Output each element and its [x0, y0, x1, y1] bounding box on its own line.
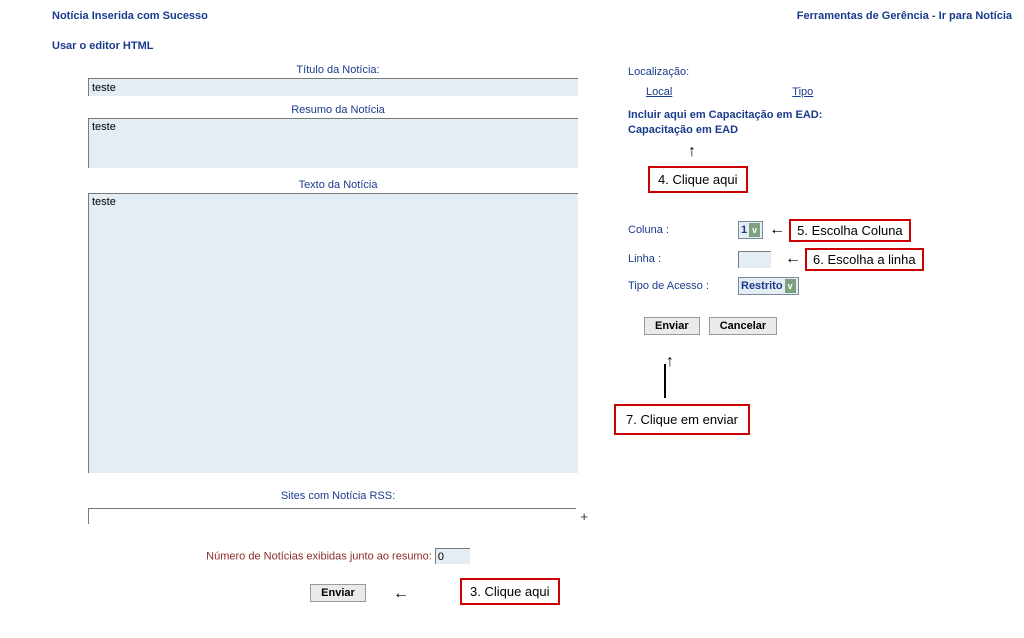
callout-3: 3. Clique aqui	[460, 578, 560, 605]
chevron-down-icon: v	[749, 223, 760, 237]
summary-textarea[interactable]	[88, 118, 578, 168]
arrow-up-icon: ↑	[688, 144, 696, 160]
callout-5: 5. Escolha Coluna	[789, 219, 911, 242]
acesso-select[interactable]: Restrito v	[738, 277, 799, 295]
callout-4: 4. Clique aqui	[648, 166, 748, 193]
tipo-header-link[interactable]: Tipo	[792, 86, 813, 98]
coluna-select[interactable]: 1 v	[738, 221, 763, 239]
num-news-row: Número de Notícias exibidas junto ao res…	[88, 548, 588, 564]
header-tools: Ferramentas de Gerência - Ir para Notíci…	[797, 10, 1012, 22]
title-label: Título da Notícia:	[88, 64, 588, 76]
send-button-left[interactable]: Enviar	[310, 584, 366, 602]
include-here-link[interactable]: Incluir aqui em Capacitação em EAD: Capa…	[628, 108, 978, 139]
use-html-editor-link[interactable]: Usar o editor HTML	[52, 40, 1012, 52]
include-line2: Capacitação em EAD	[628, 124, 738, 136]
arrow-up-icon: ↑	[666, 354, 674, 370]
arrow-left-icon: ←	[785, 251, 801, 267]
enviar-button[interactable]: Enviar	[644, 317, 700, 335]
add-rss-icon[interactable]: +	[580, 509, 588, 524]
acesso-value: Restrito	[741, 280, 783, 292]
num-news-input[interactable]	[435, 548, 470, 564]
body-label: Texto da Notícia	[88, 179, 588, 191]
body-textarea[interactable]	[88, 193, 578, 473]
go-to-news-link[interactable]: Ir para Notícia	[939, 10, 1012, 22]
form-column: Título da Notícia: Resumo da Notícia Tex…	[88, 64, 588, 608]
linha-label: Linha :	[628, 253, 738, 265]
acesso-label: Tipo de Acesso :	[628, 280, 738, 292]
arrow-left-icon: ←	[769, 222, 785, 238]
title-input[interactable]	[88, 78, 578, 96]
status-message: Notícia Inserida com Sucesso	[52, 10, 208, 22]
coluna-value: 1	[741, 224, 747, 236]
cancelar-button[interactable]: Cancelar	[709, 317, 777, 335]
location-column: Localização: Local Tipo Incluir aqui em …	[628, 64, 978, 608]
callout-6: 6. Escolha a linha	[805, 248, 924, 271]
arrow-line	[664, 364, 666, 398]
local-header-link[interactable]: Local	[646, 86, 672, 98]
chevron-down-icon: v	[785, 279, 796, 293]
rss-label: Sites com Notícia RSS:	[88, 490, 588, 502]
summary-label: Resumo da Notícia	[88, 104, 588, 116]
separator: -	[929, 10, 939, 22]
callout-7: 7. Clique em enviar	[614, 404, 750, 435]
arrow-icon: ←	[393, 586, 409, 602]
include-line1: Incluir aqui em Capacitação em EAD:	[628, 109, 822, 121]
num-news-label: Número de Notícias exibidas junto ao res…	[206, 551, 432, 563]
coluna-label: Coluna :	[628, 224, 738, 236]
tools-link[interactable]: Ferramentas de Gerência	[797, 10, 929, 22]
linha-input[interactable]	[738, 251, 771, 268]
localization-label: Localização:	[628, 66, 978, 78]
rss-input[interactable]	[88, 508, 576, 524]
